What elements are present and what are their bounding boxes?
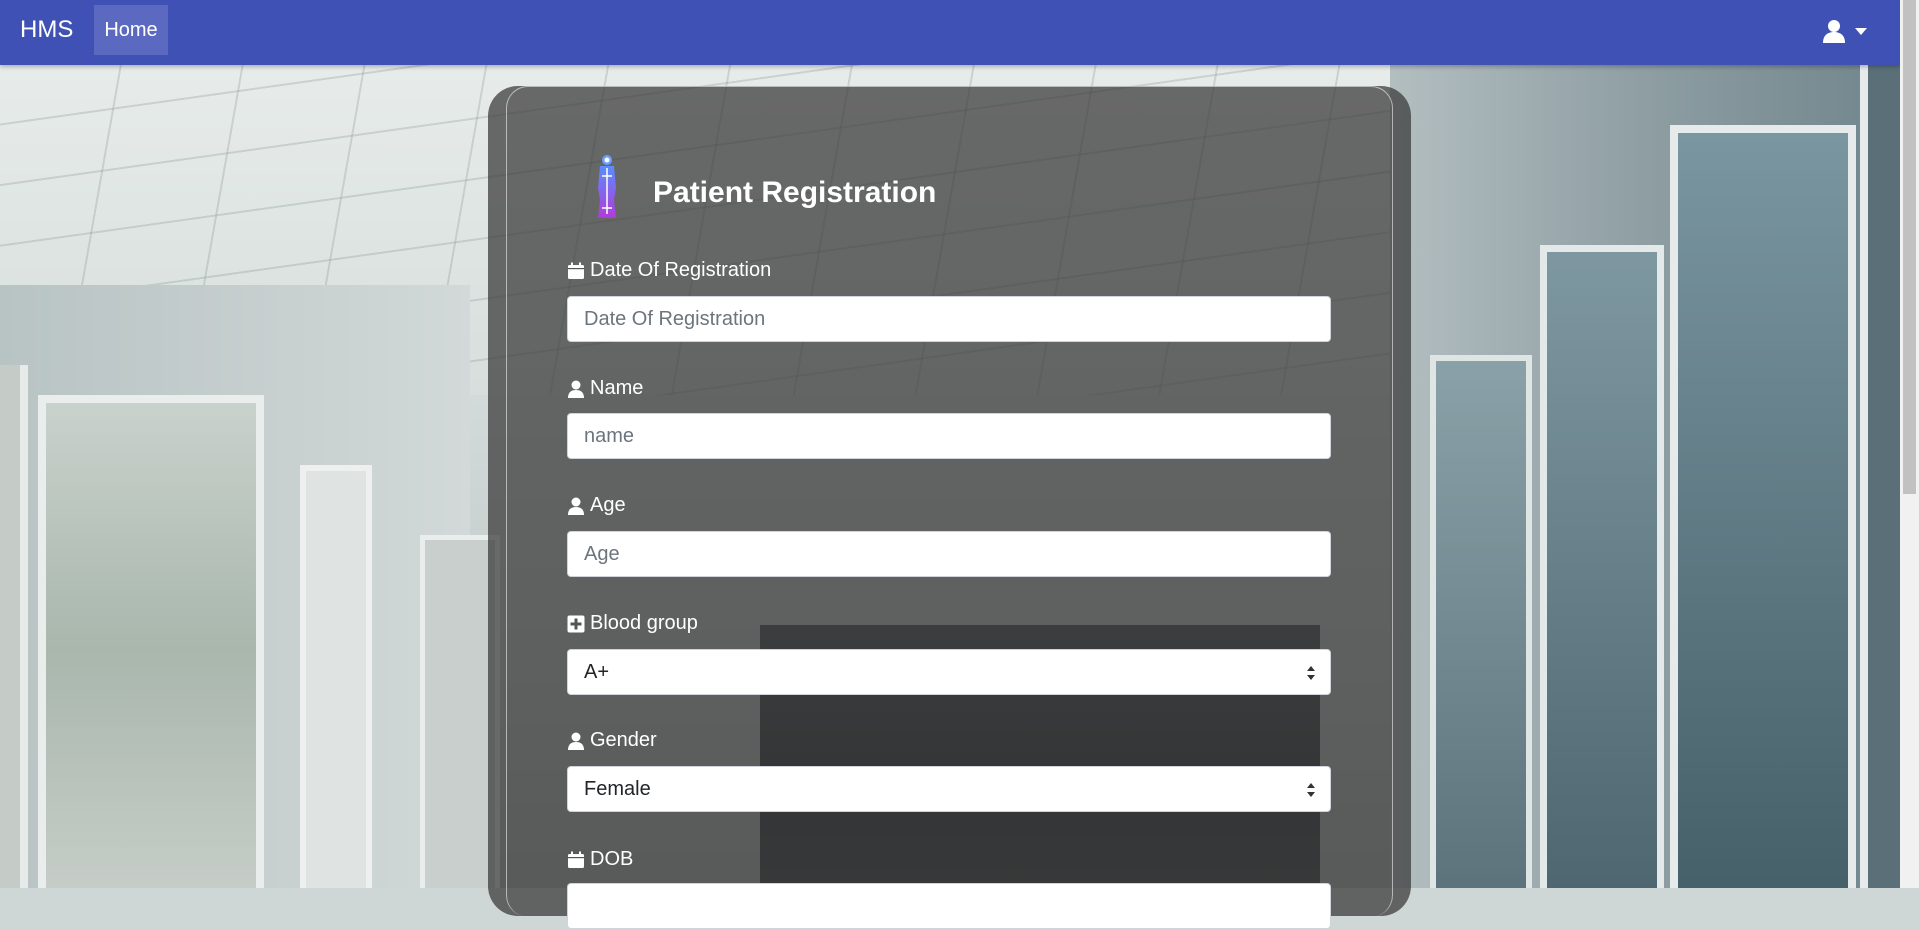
patient-icon	[598, 155, 616, 218]
window	[1860, 65, 1900, 888]
dob-label: DOB	[567, 848, 633, 871]
blood-group-selected-value: A+	[584, 661, 610, 683]
blood-group-label: Blood group	[567, 612, 698, 635]
gender-selected-value: Female	[584, 778, 651, 800]
name-label: Name	[567, 377, 643, 400]
registration-date-label: Date Of Registration	[567, 259, 771, 282]
select-arrows-icon	[1307, 666, 1315, 680]
select-arrows-icon	[1307, 783, 1315, 797]
dob-label-text: DOB	[590, 848, 634, 870]
page-title: Patient Registration	[653, 176, 937, 209]
user-menu-dropdown[interactable]	[1820, 16, 1870, 48]
age-label: Age	[567, 494, 626, 517]
scrollbar-thumb[interactable]	[1903, 0, 1916, 494]
name-input[interactable]	[567, 413, 1331, 459]
dob-input[interactable]	[567, 883, 1331, 929]
brand-logo[interactable]: HMS	[20, 16, 73, 44]
top-navbar: HMS Home	[0, 0, 1900, 65]
window	[38, 395, 264, 888]
nav-home-link[interactable]: Home	[94, 5, 168, 55]
window	[0, 365, 28, 888]
window	[300, 465, 372, 888]
registration-card: Patient Registration Date Of Registratio…	[488, 86, 1411, 929]
user-icon	[568, 380, 584, 398]
caret-down-icon	[1855, 28, 1867, 35]
blood-group-select[interactable]: A+	[567, 649, 1331, 695]
gender-label-text: Gender	[590, 729, 657, 751]
user-icon	[568, 497, 584, 515]
gender-select[interactable]: Female	[567, 766, 1331, 812]
user-icon	[1823, 20, 1867, 43]
page-scrollbar[interactable]	[1900, 0, 1919, 888]
user-icon	[568, 732, 584, 750]
name-label-text: Name	[590, 377, 644, 399]
age-input[interactable]	[567, 531, 1331, 577]
gender-label: Gender	[567, 729, 657, 752]
age-label-text: Age	[590, 494, 626, 516]
window	[1540, 245, 1664, 888]
window	[1670, 125, 1856, 888]
calendar-icon	[568, 851, 584, 868]
registration-date-input[interactable]	[567, 296, 1331, 342]
window	[1430, 355, 1532, 888]
blood-group-label-text: Blood group	[590, 612, 698, 634]
registration-date-label-text: Date Of Registration	[590, 259, 772, 281]
calendar-icon	[568, 262, 584, 279]
plus-square-icon	[567, 615, 585, 632]
